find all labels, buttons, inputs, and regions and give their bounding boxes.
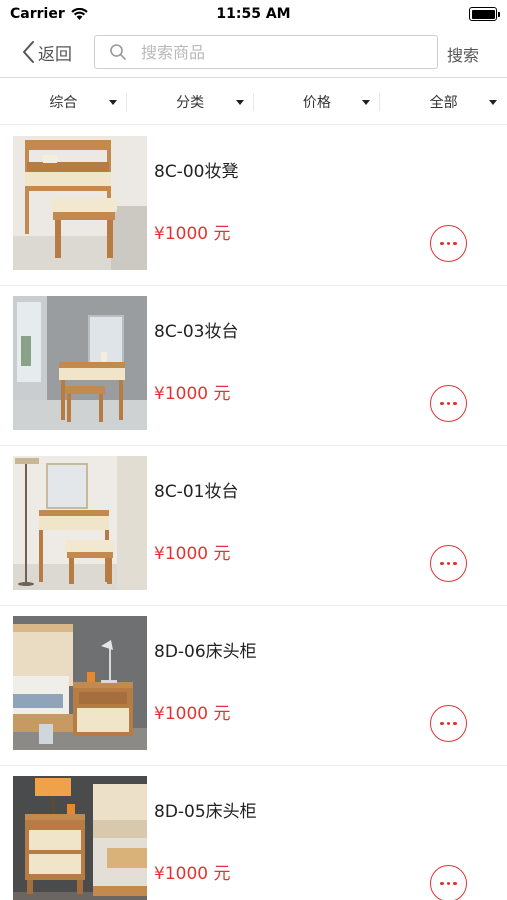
product-image: [13, 456, 147, 590]
product-name: 8D-06床头柜: [154, 642, 257, 662]
back-button[interactable]: 返回: [22, 37, 72, 67]
more-icon: [440, 241, 444, 246]
product-price: ¥1000 元: [154, 544, 231, 564]
search-icon: [110, 44, 126, 60]
product-name: 8C-01妆台: [154, 482, 239, 502]
more-icon: [440, 561, 444, 566]
filter-label: 全部: [429, 94, 458, 111]
more-button[interactable]: [430, 865, 467, 900]
filter-category[interactable]: 分类: [127, 79, 254, 124]
product-name: 8C-03妆台: [154, 322, 239, 342]
dropdown-caret-icon: [108, 100, 117, 105]
back-button-label: 返回: [38, 44, 72, 65]
product-price: ¥1000 元: [154, 224, 231, 244]
more-button[interactable]: [430, 705, 467, 742]
filter-label: 价格: [302, 94, 331, 111]
product-row[interactable]: 8D-06床头柜 ¥1000 元: [0, 606, 507, 766]
dropdown-caret-icon: [489, 100, 497, 105]
dropdown-caret-icon: [235, 100, 244, 105]
product-row[interactable]: 8D-05床头柜 ¥1000 元: [0, 766, 507, 900]
product-row[interactable]: 8C-00妆凳 ¥1000 元: [0, 126, 507, 286]
product-name: 8C-00妆凳: [154, 162, 239, 182]
product-image: [13, 616, 147, 750]
product-image: [13, 776, 147, 900]
product-price: ¥1000 元: [154, 384, 231, 404]
search-button[interactable]: 搜索: [447, 42, 479, 66]
more-button[interactable]: [430, 225, 467, 262]
filter-label: 综合: [49, 94, 78, 111]
search-input[interactable]: [141, 42, 421, 62]
filter-price[interactable]: 价格: [254, 79, 381, 124]
more-button[interactable]: [430, 385, 467, 422]
product-row[interactable]: 8C-01妆台 ¥1000 元: [0, 446, 507, 606]
filter-label: 分类: [176, 94, 205, 111]
filter-comprehensive[interactable]: 综合: [0, 79, 127, 124]
product-row[interactable]: 8C-03妆台 ¥1000 元: [0, 286, 507, 446]
product-name: 8D-05床头柜: [154, 802, 257, 822]
product-price: ¥1000 元: [154, 864, 231, 884]
battery-icon: [469, 7, 500, 21]
filter-bar: 综合 分类 价格 全部: [0, 79, 507, 125]
product-image: [13, 296, 147, 430]
more-icon: [440, 721, 444, 726]
more-button[interactable]: [430, 545, 467, 582]
search-box[interactable]: [94, 35, 438, 69]
more-icon: [440, 881, 444, 886]
status-time: 11:55 AM: [216, 6, 291, 22]
back-chevron-icon: [23, 41, 34, 63]
product-image: [13, 136, 147, 270]
status-bar: Carrier 11:55 AM: [0, 0, 507, 28]
dropdown-caret-icon: [362, 100, 371, 105]
product-list: 8C-00妆凳 ¥1000 元 8C-03妆台 ¥1000 元 8C-01妆台 …: [0, 126, 507, 900]
nav-bar: 返回 搜索: [0, 28, 507, 78]
product-price: ¥1000 元: [154, 704, 231, 724]
more-icon: [440, 401, 444, 406]
filter-all[interactable]: 全部: [380, 79, 507, 124]
